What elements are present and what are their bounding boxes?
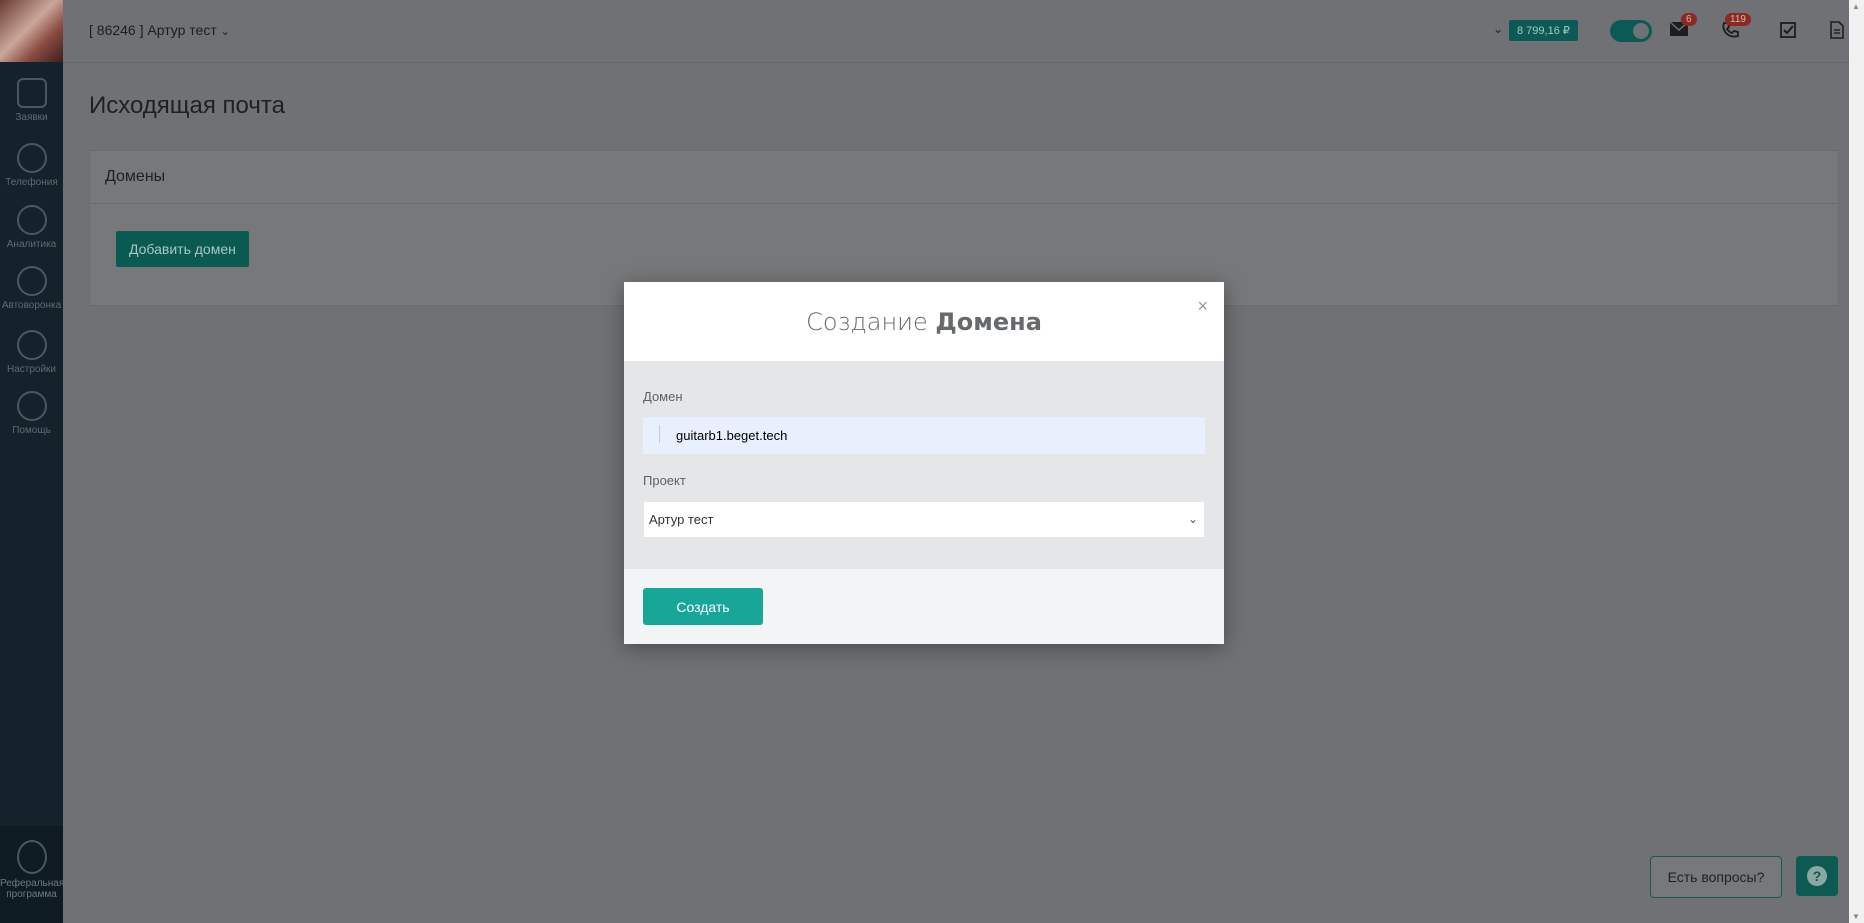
help-icon: [16, 391, 47, 421]
referral-label-2: программа: [6, 889, 57, 900]
questions-button[interactable]: Есть вопросы?: [1650, 856, 1782, 898]
account-name: [ 86246 ] Артур тест: [89, 22, 217, 38]
sidebar: Заявки Телефония Аналитика Автоворонка Н…: [0, 0, 65, 923]
calls-button[interactable]: 119: [1721, 13, 1751, 39]
scroll-down-icon[interactable]: ▼: [1852, 912, 1860, 921]
modal-title-light: Создание: [806, 308, 928, 336]
add-domain-button[interactable]: Добавить домен: [116, 231, 249, 267]
requests-icon: [16, 78, 47, 108]
mail-badge: 6: [1681, 13, 1697, 26]
scroll-up-icon[interactable]: ▲: [1852, 2, 1860, 11]
sidebar-item-requests[interactable]: Заявки: [0, 78, 63, 123]
dollar-icon: [16, 840, 47, 874]
status-toggle[interactable]: [1610, 20, 1652, 42]
mail-button[interactable]: 6: [1669, 13, 1697, 39]
avatar[interactable]: [0, 0, 63, 62]
sidebar-item-help[interactable]: Помощь: [0, 391, 63, 436]
chevron-down-icon: ⌄: [1187, 512, 1198, 526]
domain-value: guitarb1.beget.tech: [676, 428, 788, 443]
help-button[interactable]: ?: [1796, 856, 1838, 896]
modal-title: Создание Домена: [624, 282, 1224, 361]
checkbox-icon: [1780, 22, 1796, 38]
project-value: Артур тест: [649, 512, 714, 527]
top-bar: [ 86246 ] Артур тест ⌄ ⌄ 8 799,16 ₽ 6 11…: [63, 0, 1849, 63]
sidebar-item-label: Заявки: [15, 112, 48, 123]
autofunnel-icon: [16, 266, 47, 296]
question-icon: ?: [1807, 865, 1827, 886]
sidebar-item-referral[interactable]: Реферальная программа: [0, 826, 65, 923]
panel-title: Домены: [90, 151, 1838, 204]
domain-input[interactable]: guitarb1.beget.tech: [643, 417, 1205, 454]
phone-icon: [16, 143, 47, 173]
balance-chevron-down-icon[interactable]: ⌄: [1493, 22, 1503, 36]
sidebar-item-label: Автоворонка: [1, 300, 62, 311]
sidebar-item-settings[interactable]: Настройки: [0, 330, 63, 375]
sidebar-item-analytics[interactable]: Аналитика: [0, 205, 63, 250]
sidebar-item-telephony[interactable]: Телефония: [0, 143, 63, 188]
settings-icon: [16, 330, 47, 360]
account-selector[interactable]: [ 86246 ] Артур тест ⌄: [89, 22, 230, 38]
sidebar-item-label: Настройки: [6, 364, 57, 375]
page-title: Исходящая почта: [89, 92, 285, 119]
create-button[interactable]: Создать: [643, 588, 763, 625]
sidebar-item-label: Телефония: [5, 177, 58, 188]
document-icon: [1830, 21, 1844, 39]
tasks-button[interactable]: [1779, 21, 1799, 39]
referral-label-1: Реферальная: [0, 878, 65, 889]
modal-title-bold: Домена: [935, 308, 1042, 336]
close-icon[interactable]: ×: [1197, 296, 1208, 317]
documents-button[interactable]: [1829, 21, 1849, 39]
text-cursor: [659, 425, 660, 443]
scrollbar[interactable]: ▲ ▼: [1849, 0, 1864, 923]
chevron-down-icon: ⌄: [220, 26, 230, 38]
balance-badge[interactable]: 8 799,16 ₽: [1509, 20, 1578, 41]
calls-badge: 119: [1725, 13, 1751, 26]
domain-label: Домен: [643, 389, 683, 404]
modal-body: Домен guitarb1.beget.tech Проект Артур т…: [624, 361, 1224, 569]
sidebar-item-label: Помощь: [12, 425, 51, 436]
sidebar-item-label: Аналитика: [6, 239, 57, 250]
analytics-icon: [16, 205, 47, 235]
sidebar-item-autofunnel[interactable]: Автоворонка: [0, 266, 63, 311]
project-select[interactable]: Артур тест ⌄: [643, 501, 1205, 538]
project-label: Проект: [643, 473, 686, 488]
create-domain-modal: Создание Домена × Домен guitarb1.beget.t…: [624, 282, 1224, 644]
modal-footer: Создать: [624, 569, 1224, 644]
